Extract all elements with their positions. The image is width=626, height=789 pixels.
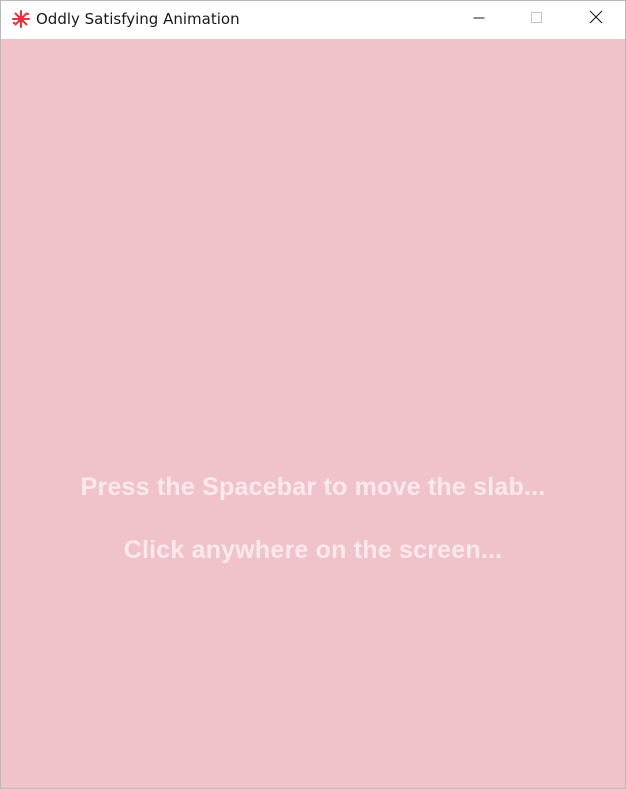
maximize-button[interactable] xyxy=(508,1,566,38)
close-button[interactable] xyxy=(567,1,625,38)
click-instruction: Click anywhere on the screen... xyxy=(123,536,503,564)
app-window: Oddly Satisfying Animation Press the Spa… xyxy=(0,0,626,789)
spacebar-instruction: Press the Spacebar to move the slab... xyxy=(80,473,546,501)
minimize-button[interactable] xyxy=(450,1,508,38)
red-splat-icon xyxy=(11,9,31,29)
animation-canvas[interactable]: Press the Spacebar to move the slab... C… xyxy=(1,39,625,788)
title-bar[interactable]: Oddly Satisfying Animation xyxy=(1,1,625,38)
window-title: Oddly Satisfying Animation xyxy=(36,10,240,28)
maximize-icon xyxy=(531,11,543,29)
minimize-icon xyxy=(473,11,485,29)
close-icon xyxy=(589,10,603,29)
